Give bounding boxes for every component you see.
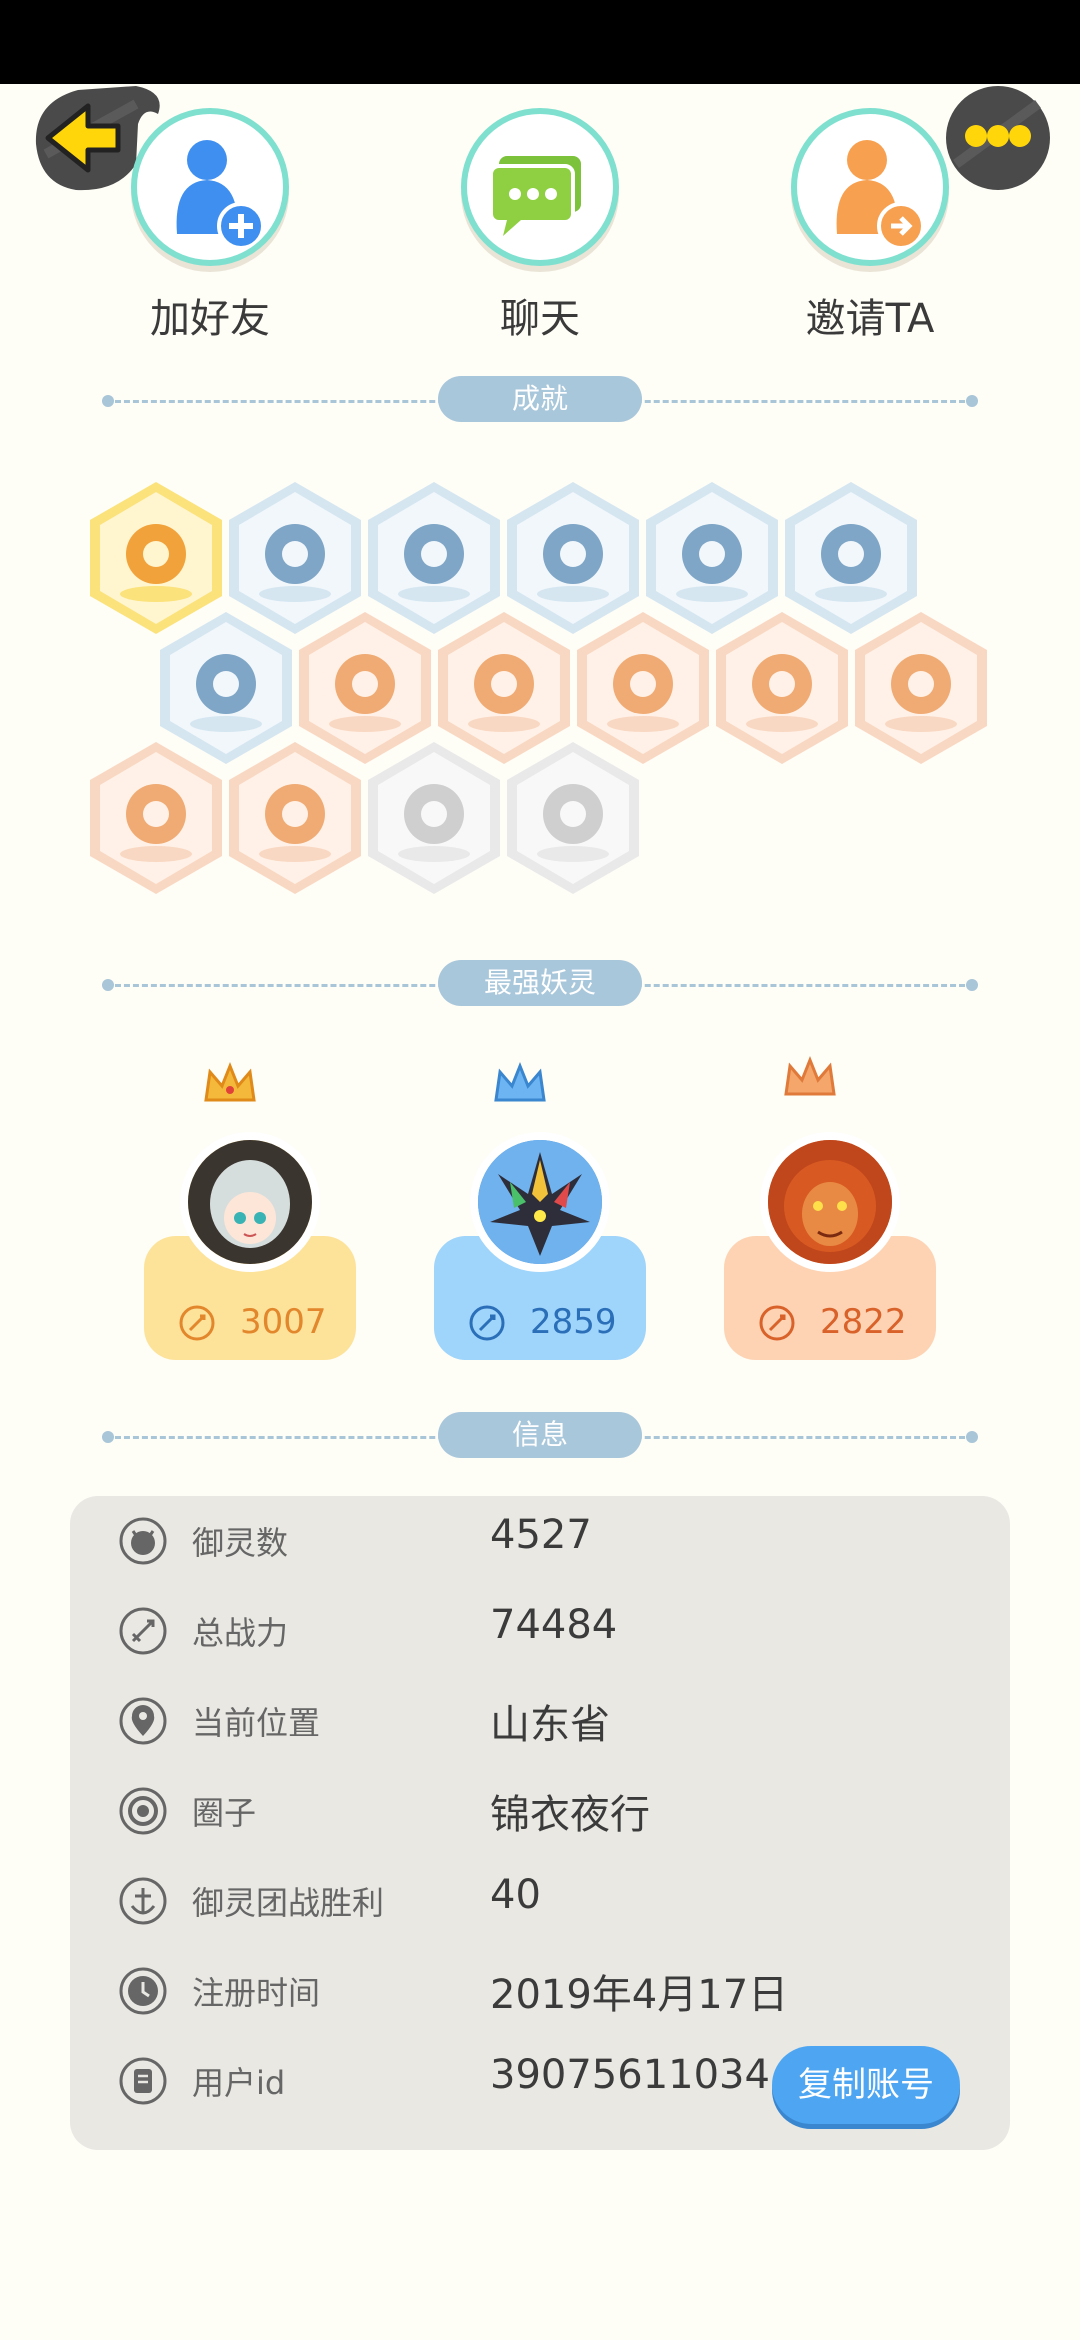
add-friend-label: 加好友 [150,296,270,342]
info-label: 御灵团战胜利 [192,1884,385,1922]
strongest-divider: 最强妖灵 [102,960,978,1010]
info-row-spirit-count: 御灵数 4527 [70,1496,1010,1586]
achievement-badge[interactable] [577,612,709,764]
blue-crown-icon [494,1061,546,1102]
achievement-badge[interactable] [646,482,778,634]
achievement-badge[interactable] [855,612,987,764]
spirit-power-value: 3007 [240,1302,327,1342]
shield-badge-icon [190,654,262,732]
copy-account-button[interactable]: 复制账号 [772,2046,960,2124]
invite-label: 邀请TA [805,296,935,342]
spirit-card-2[interactable]: 2859 [434,1060,646,1360]
chat-avatar [461,108,619,266]
chat-label: 聊天 [500,296,580,342]
achievement-badge[interactable] [229,742,361,894]
power-sword-icon [759,1305,795,1341]
info-value: 74484 [490,1602,618,1648]
chat-bubble-icon [489,156,581,236]
info-row-location: 当前位置 山东省 [70,1676,1010,1766]
circle-target-icon [119,1787,167,1835]
achievement-badge[interactable] [90,742,222,894]
invite-person-icon [836,140,925,250]
gem-badge-icon [468,654,540,732]
chat-button[interactable]: 聊天 [430,108,650,344]
achievement-badge[interactable] [368,742,500,894]
spirit-power-value: 2822 [820,1302,907,1342]
achievement-badge[interactable] [368,482,500,634]
info-label: 总战力 [192,1614,289,1652]
achievement-badge[interactable] [438,612,570,764]
fox-book-badge-icon [537,784,609,862]
info-label: 当前位置 [192,1704,321,1742]
achievement-badge[interactable] [785,482,917,634]
add-friend-button[interactable]: 加好友 [100,108,320,344]
cat-back-badge-icon [259,784,331,862]
spirit-count-icon [119,1517,167,1565]
fire-lion-avatar [760,1132,900,1272]
info-row-register-time: 注册时间 2019年4月17日 [70,1946,1010,2036]
info-row-team-wins: 御灵团战胜利 40 [70,1856,1010,1946]
strongest-title: 最强妖灵 [438,960,642,1006]
info-value: 39075611034 [490,2052,770,2098]
achievement-badge[interactable] [90,482,222,634]
info-value: 4527 [490,1512,592,1558]
sword-icon [119,1607,167,1655]
info-value: 山东省 [490,1702,610,1748]
anchor-icon [119,1877,167,1925]
portal-orb-badge-icon [259,524,331,602]
id-card-icon [119,2057,167,2105]
info-label: 圈子 [192,1794,257,1832]
info-title: 信息 [438,1412,642,1458]
invite-avatar [791,108,949,266]
power-sword-icon [469,1305,505,1341]
achievement-badge[interactable] [716,612,848,764]
yin-yang-scroll-badge-icon [815,524,887,602]
power-sword-icon [179,1305,215,1341]
clock-icon [119,1967,167,2015]
achievement-badge[interactable] [229,482,361,634]
info-label: 御灵数 [192,1524,289,1562]
yin-yang-wave-badge-icon [676,524,748,602]
achievement-badge[interactable] [299,612,431,764]
invite-button[interactable]: 邀请TA [760,108,980,344]
achievement-badge[interactable] [507,482,639,634]
achievement-badge[interactable] [507,742,639,894]
info-label: 注册时间 [192,1974,321,2012]
location-pin-icon [119,1697,167,1745]
info-value: 40 [490,1872,541,1918]
spirit-power-value: 2859 [530,1302,617,1342]
info-value: 锦衣夜行 [490,1792,650,1838]
info-row-circle: 圈子 锦衣夜行 [70,1766,1010,1856]
gold-crown-icon [204,1061,256,1102]
silver-hair-girl-avatar [180,1132,320,1272]
horned-beast-badge-icon [120,784,192,862]
gingerbread-badge-icon [607,654,679,732]
crystal-ball-badge-icon [537,524,609,602]
status-bar [0,0,1080,84]
info-divider: 信息 [102,1412,978,1462]
info-value: 2019年4月17日 [490,1972,789,2018]
achievements-title: 成就 [438,376,642,422]
sneaker-badge-icon [329,654,401,732]
dragon-badge-icon [398,784,470,862]
rainbow-bird-avatar [470,1132,610,1272]
fox-face-badge-icon [120,524,192,602]
achievements-divider: 成就 [102,376,978,426]
add-person-icon [176,140,265,250]
spirit-card-1[interactable]: 3007 [144,1060,356,1360]
info-label: 用户id [192,2064,286,2102]
add-friend-avatar [131,108,289,266]
stroller-badge-icon [746,654,818,732]
info-panel: 御灵数 4527 总战力 74484 当前位置 山东省 圈子 锦衣夜行 御灵团战… [70,1496,1010,2150]
cat-flower-badge-icon [885,654,957,732]
info-row-total-power: 总战力 74484 [70,1586,1010,1676]
achievement-badge[interactable] [160,612,292,764]
spirit-card-3[interactable]: 2822 [724,1055,936,1360]
moon-badge-icon [398,524,470,602]
bronze-crown-icon [784,1055,836,1096]
